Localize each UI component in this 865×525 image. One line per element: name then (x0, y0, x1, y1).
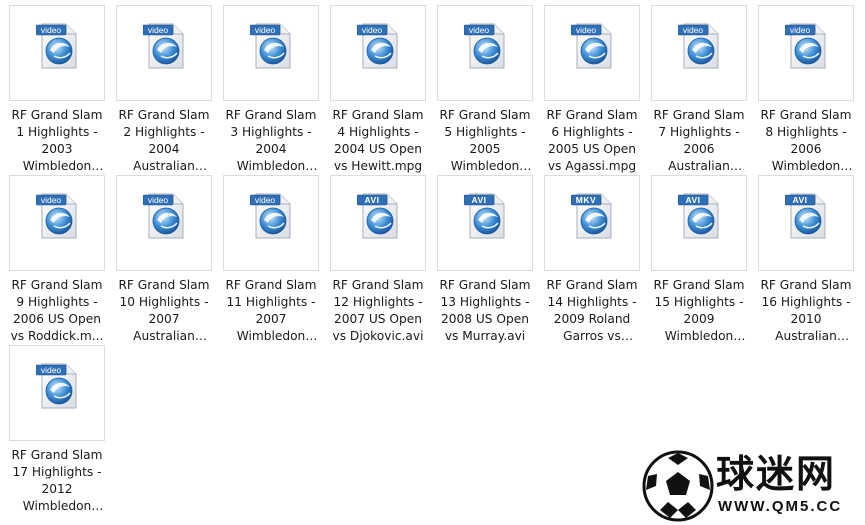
watermark-url: WWW.QM5.CC (718, 498, 843, 515)
file-thumbnail[interactable]: video (9, 175, 105, 271)
file-thumbnail[interactable]: video (223, 5, 319, 101)
file-item[interactable]: AVI RF Grand Slam 12 Highlights - 2007 US… (330, 175, 426, 345)
file-item[interactable]: video RF Grand Slam 4 Highlights - 2004 U… (330, 5, 426, 175)
file-name[interactable]: RF Grand Slam 8 Highlights - 2006 Wimble… (758, 107, 854, 175)
file-thumbnail[interactable]: AVI (758, 175, 854, 271)
file-name[interactable]: RF Grand Slam 15 Highlights - 2009 Wimbl… (651, 277, 747, 345)
file-item[interactable]: video RF Grand Slam 8 Highlights - 2006 W… (758, 5, 854, 175)
file-item[interactable]: video RF Grand Slam 6 Highlights - 2005 U… (544, 5, 640, 175)
file-grid: video RF Grand Slam 1 Highlights - 2003 W… (9, 5, 859, 515)
file-type-badge: MKV (575, 195, 597, 205)
file-name[interactable]: RF Grand Slam 13 Highlights - 2008 US Op… (437, 277, 533, 345)
file-thumbnail[interactable]: MKV (544, 175, 640, 271)
file-type-badge: video (40, 25, 62, 35)
file-thumbnail[interactable]: AVI (437, 175, 533, 271)
file-item[interactable]: AVI RF Grand Slam 16 Highlights - 2010 Au… (758, 175, 854, 345)
file-item[interactable]: video RF Grand Slam 17 Highlights - 2012 … (9, 345, 105, 515)
file-thumbnail[interactable]: video (9, 345, 105, 441)
file-type-badge: video (40, 365, 62, 375)
file-thumbnail[interactable]: video (116, 5, 212, 101)
file-type-badge: video (40, 195, 62, 205)
file-type-badge: AVI (792, 195, 808, 205)
file-thumbnail[interactable]: video (651, 5, 747, 101)
file-item[interactable]: video RF Grand Slam 5 Highlights - 2005 W… (437, 5, 533, 175)
file-name[interactable]: RF Grand Slam 16 Highlights - 2010 Austr… (758, 277, 854, 345)
file-name[interactable]: RF Grand Slam 11 Highlights - 2007 Wimbl… (223, 277, 319, 345)
file-thumbnail[interactable]: video (544, 5, 640, 101)
file-item[interactable]: AVI RF Grand Slam 13 Highlights - 2008 US… (437, 175, 533, 345)
file-thumbnail[interactable]: video (223, 175, 319, 271)
file-thumbnail[interactable]: video (437, 5, 533, 101)
file-name[interactable]: RF Grand Slam 4 Highlights - 2004 US Ope… (330, 107, 426, 175)
file-item[interactable]: AVI RF Grand Slam 15 Highlights - 2009 Wi… (651, 175, 747, 345)
file-type-badge: video (361, 25, 383, 35)
file-type-badge: AVI (471, 195, 487, 205)
file-thumbnail[interactable]: video (330, 5, 426, 101)
file-item[interactable]: video RF Grand Slam 1 Highlights - 2003 W… (9, 5, 105, 175)
file-name[interactable]: RF Grand Slam 3 Highlights - 2004 Wimble… (223, 107, 319, 175)
file-thumbnail[interactable]: AVI (651, 175, 747, 271)
file-type-badge: video (254, 195, 276, 205)
file-type-badge: video (682, 25, 704, 35)
file-item[interactable]: video RF Grand Slam 7 Highlights - 2006 A… (651, 5, 747, 175)
file-type-badge: video (575, 25, 597, 35)
file-name[interactable]: RF Grand Slam 7 Highlights - 2006 Austra… (651, 107, 747, 175)
file-name[interactable]: RF Grand Slam 5 Highlights - 2005 Wimble… (437, 107, 533, 175)
file-item[interactable]: video RF Grand Slam 11 Highlights - 2007 … (223, 175, 319, 345)
file-name[interactable]: RF Grand Slam 2 Highlights - 2004 Austra… (116, 107, 212, 175)
watermark: 球迷网 WWW.QM5.CC (642, 448, 860, 522)
watermark-text: 球迷网 (716, 452, 837, 496)
file-type-badge: video (468, 25, 490, 35)
file-item[interactable]: MKV RF Grand Slam 14 Highlights - 2009 Ro… (544, 175, 640, 345)
file-type-badge: AVI (685, 195, 701, 205)
file-thumbnail[interactable]: video (116, 175, 212, 271)
file-thumbnail[interactable]: video (758, 5, 854, 101)
file-item[interactable]: video RF Grand Slam 2 Highlights - 2004 A… (116, 5, 212, 175)
file-name[interactable]: RF Grand Slam 14 Highlights - 2009 Rolan… (544, 277, 640, 345)
soccer-ball-icon (642, 450, 714, 522)
file-type-badge: video (147, 195, 169, 205)
file-name[interactable]: RF Grand Slam 1 Highlights - 2003 Wimble… (9, 107, 105, 175)
file-type-badge: AVI (364, 195, 380, 205)
file-type-badge: video (147, 25, 169, 35)
file-type-badge: video (789, 25, 811, 35)
file-name[interactable]: RF Grand Slam 9 Highlights - 2006 US Ope… (9, 277, 105, 345)
file-name[interactable]: RF Grand Slam 12 Highlights - 2007 US Op… (330, 277, 426, 345)
file-item[interactable]: video RF Grand Slam 3 Highlights - 2004 W… (223, 5, 319, 175)
file-name[interactable]: RF Grand Slam 17 Highlights - 2012 Wimbl… (9, 447, 105, 515)
file-item[interactable]: video RF Grand Slam 10 Highlights - 2007 … (116, 175, 212, 345)
file-thumbnail[interactable]: AVI (330, 175, 426, 271)
file-name[interactable]: RF Grand Slam 6 Highlights - 2005 US Ope… (544, 107, 640, 175)
file-thumbnail[interactable]: video (9, 5, 105, 101)
file-item[interactable]: video RF Grand Slam 9 Highlights - 2006 U… (9, 175, 105, 345)
file-type-badge: video (254, 25, 276, 35)
file-name[interactable]: RF Grand Slam 10 Highlights - 2007 Austr… (116, 277, 212, 345)
